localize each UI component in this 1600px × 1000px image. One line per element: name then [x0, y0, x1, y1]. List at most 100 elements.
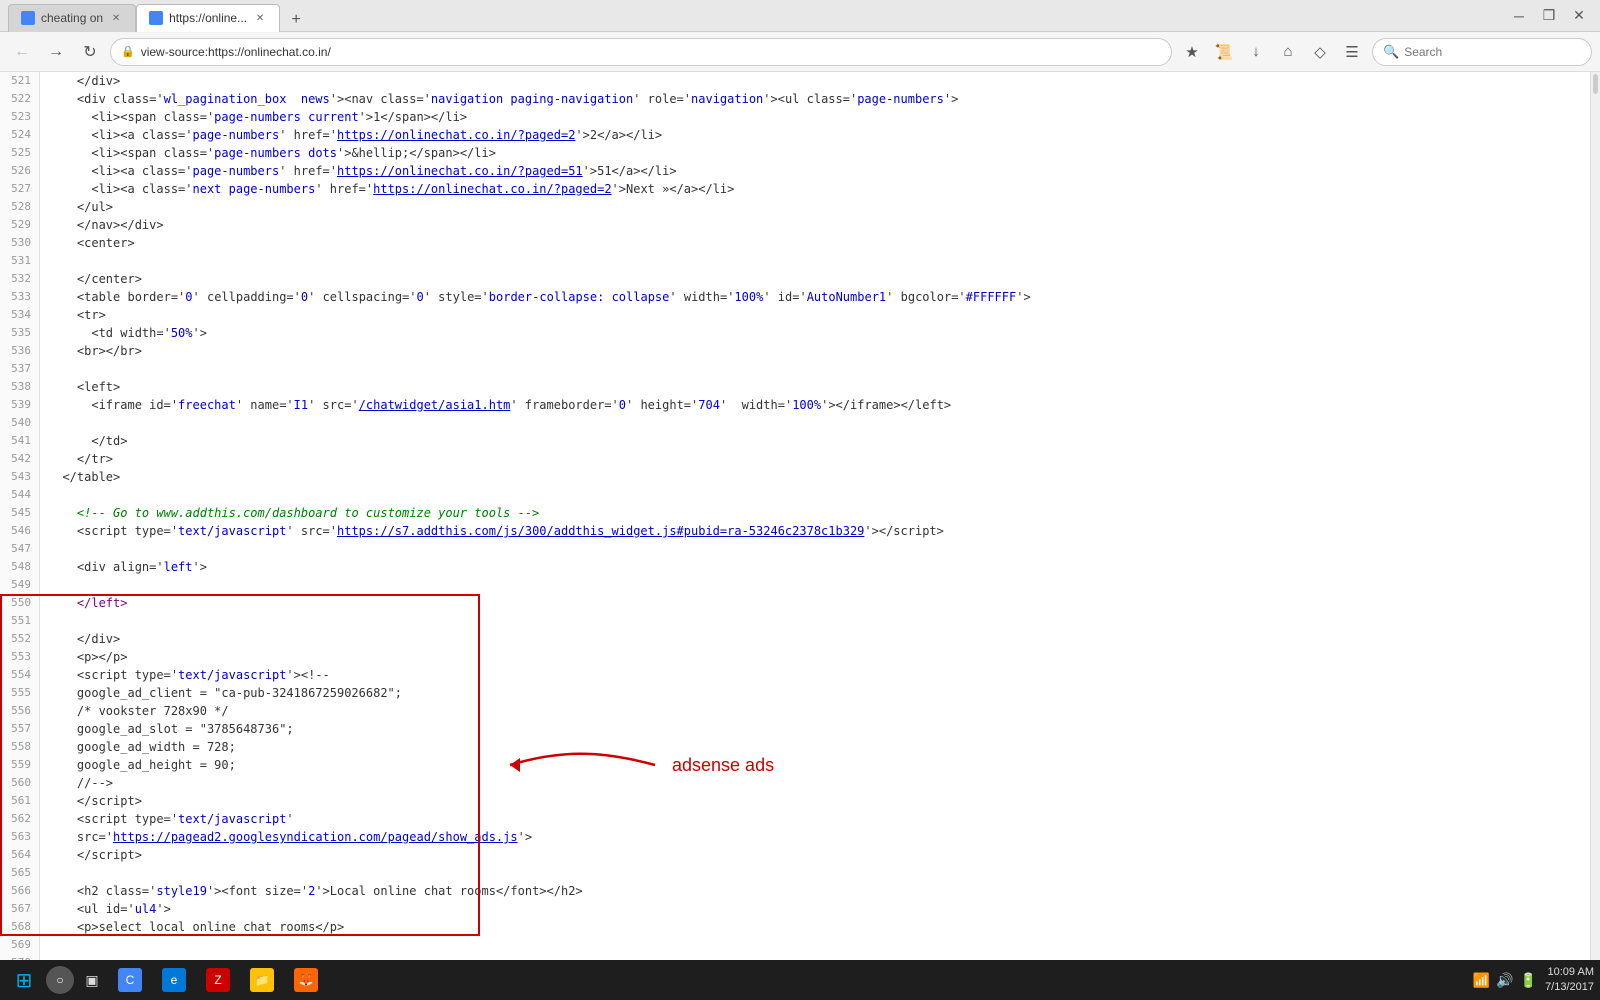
line-content: </table> [40, 468, 1590, 486]
source-line: 537 [0, 360, 1590, 378]
network-icon: 📶 [1473, 972, 1490, 989]
source-line: 570 [0, 954, 1590, 960]
tab-cheating[interactable]: cheating on ✕ [8, 4, 136, 32]
source-line: 541 </td> [0, 432, 1590, 450]
line-content: <iframe id='freechat' name='I1' src='/ch… [40, 396, 1590, 414]
source-line: 521 </div> [0, 72, 1590, 90]
volume-icon: 🔊 [1496, 972, 1513, 989]
line-content: /* vookster 728x90 */ [40, 702, 1590, 720]
search-bar[interactable]: 🔍 [1372, 38, 1592, 66]
line-content: </script> [40, 846, 1590, 864]
taskbar-chrome[interactable]: C [110, 962, 150, 998]
line-number: 568 [0, 918, 40, 936]
line-content: </td> [40, 432, 1590, 450]
line-content: <div align='left'> [40, 558, 1590, 576]
source-line: 555 google_ad_client = "ca-pub-324186725… [0, 684, 1590, 702]
line-content: <li><a class='page-numbers' href='https:… [40, 126, 1590, 144]
title-bar: cheating on ✕ https://online... ✕ + ─ ❒ … [0, 0, 1600, 32]
cortana-icon[interactable]: ○ [46, 966, 74, 994]
download-button[interactable]: ↓ [1242, 38, 1270, 66]
search-input[interactable] [1404, 45, 1581, 59]
line-number: 548 [0, 558, 40, 576]
scrollbar[interactable] [1590, 72, 1600, 960]
line-content: <table border='0' cellpadding='0' cellsp… [40, 288, 1590, 306]
line-number: 529 [0, 216, 40, 234]
source-line: 548 <div align='left'> [0, 558, 1590, 576]
source-line: 523 <li><span class='page-numbers curren… [0, 108, 1590, 126]
shield-button[interactable]: ◇ [1306, 38, 1334, 66]
line-number: 569 [0, 936, 40, 954]
task-view-button[interactable]: ▣ [78, 966, 106, 994]
source-line: 554 <script type='text/javascript'><!-- [0, 666, 1590, 684]
pocket-button[interactable]: 📜 [1210, 38, 1238, 66]
line-content: google_ad_width = 728; [40, 738, 1590, 756]
line-number: 532 [0, 270, 40, 288]
line-number: 533 [0, 288, 40, 306]
new-tab-button[interactable]: + [284, 8, 308, 32]
clock-date: 7/13/2017 [1545, 980, 1594, 995]
line-number: 524 [0, 126, 40, 144]
line-content: <center> [40, 234, 1590, 252]
source-line: 564 </script> [0, 846, 1590, 864]
line-number: 541 [0, 432, 40, 450]
line-content: </div> [40, 72, 1590, 90]
refresh-button[interactable]: ↻ [76, 38, 104, 66]
line-number: 535 [0, 324, 40, 342]
tab1-close[interactable]: ✕ [109, 11, 123, 25]
line-number: 562 [0, 810, 40, 828]
back-button[interactable]: ← [8, 38, 36, 66]
source-line: 533 <table border='0' cellpadding='0' ce… [0, 288, 1590, 306]
taskbar-folder[interactable]: 📁 [242, 962, 282, 998]
source-line: 559 google_ad_height = 90; [0, 756, 1590, 774]
tab-strip: cheating on ✕ https://online... ✕ + [8, 0, 308, 32]
home-button[interactable]: ⌂ [1274, 38, 1302, 66]
close-button[interactable]: ✕ [1566, 3, 1592, 29]
line-content: </center> [40, 270, 1590, 288]
line-content: google_ad_height = 90; [40, 756, 1590, 774]
source-line: 539 <iframe id='freechat' name='I1' src=… [0, 396, 1590, 414]
line-number: 523 [0, 108, 40, 126]
taskbar-file-red[interactable]: Z [198, 962, 238, 998]
line-number: 530 [0, 234, 40, 252]
line-number: 528 [0, 198, 40, 216]
tab-source[interactable]: https://online... ✕ [136, 4, 280, 32]
minimize-button[interactable]: ─ [1506, 3, 1532, 29]
firefox-icon: 🦊 [294, 968, 318, 992]
source-line: 535 <td width='50%'> [0, 324, 1590, 342]
source-view[interactable]: 521 </div>522 <div class='wl_pagination_… [0, 72, 1590, 960]
title-bar-controls: ─ ❒ ✕ [1506, 3, 1592, 29]
line-number: 534 [0, 306, 40, 324]
source-line: 565 [0, 864, 1590, 882]
bookmark-star-button[interactable]: ★ [1178, 38, 1206, 66]
source-line: 544 [0, 486, 1590, 504]
line-content: <li><span class='page-numbers current'>1… [40, 108, 1590, 126]
address-bar[interactable]: 🔒 view-source:https://onlinechat.co.in/ [110, 38, 1172, 66]
line-number: 536 [0, 342, 40, 360]
source-line: 529 </nav></div> [0, 216, 1590, 234]
line-number: 537 [0, 360, 40, 378]
forward-button[interactable]: → [42, 38, 70, 66]
tab2-close[interactable]: ✕ [253, 11, 267, 25]
line-content: <h2 class='style19'><font size='2'>Local… [40, 882, 1590, 900]
taskbar-firefox[interactable]: 🦊 [286, 962, 326, 998]
taskbar-ie[interactable]: e [154, 962, 194, 998]
line-number: 521 [0, 72, 40, 90]
restore-button[interactable]: ❒ [1536, 3, 1562, 29]
tab2-favicon [149, 11, 163, 25]
source-line: 560 //--> [0, 774, 1590, 792]
title-bar-left: cheating on ✕ https://online... ✕ + [8, 0, 1506, 32]
line-number: 552 [0, 630, 40, 648]
address-text: view-source:https://onlinechat.co.in/ [141, 45, 331, 59]
source-line: 542 </tr> [0, 450, 1590, 468]
start-button[interactable]: ⊞ [6, 962, 42, 998]
menu-button[interactable]: ☰ [1338, 38, 1366, 66]
line-number: 558 [0, 738, 40, 756]
source-line: 562 <script type='text/javascript' [0, 810, 1590, 828]
line-content: </left> [40, 594, 1590, 612]
line-number: 543 [0, 468, 40, 486]
line-content: google_ad_slot = "3785648736"; [40, 720, 1590, 738]
line-content: <script type='text/javascript' [40, 810, 1590, 828]
taskbar-right: 📶 🔊 🔋 10:09 AM 7/13/2017 [1473, 965, 1594, 996]
line-content: </ul> [40, 198, 1590, 216]
line-number: 563 [0, 828, 40, 846]
